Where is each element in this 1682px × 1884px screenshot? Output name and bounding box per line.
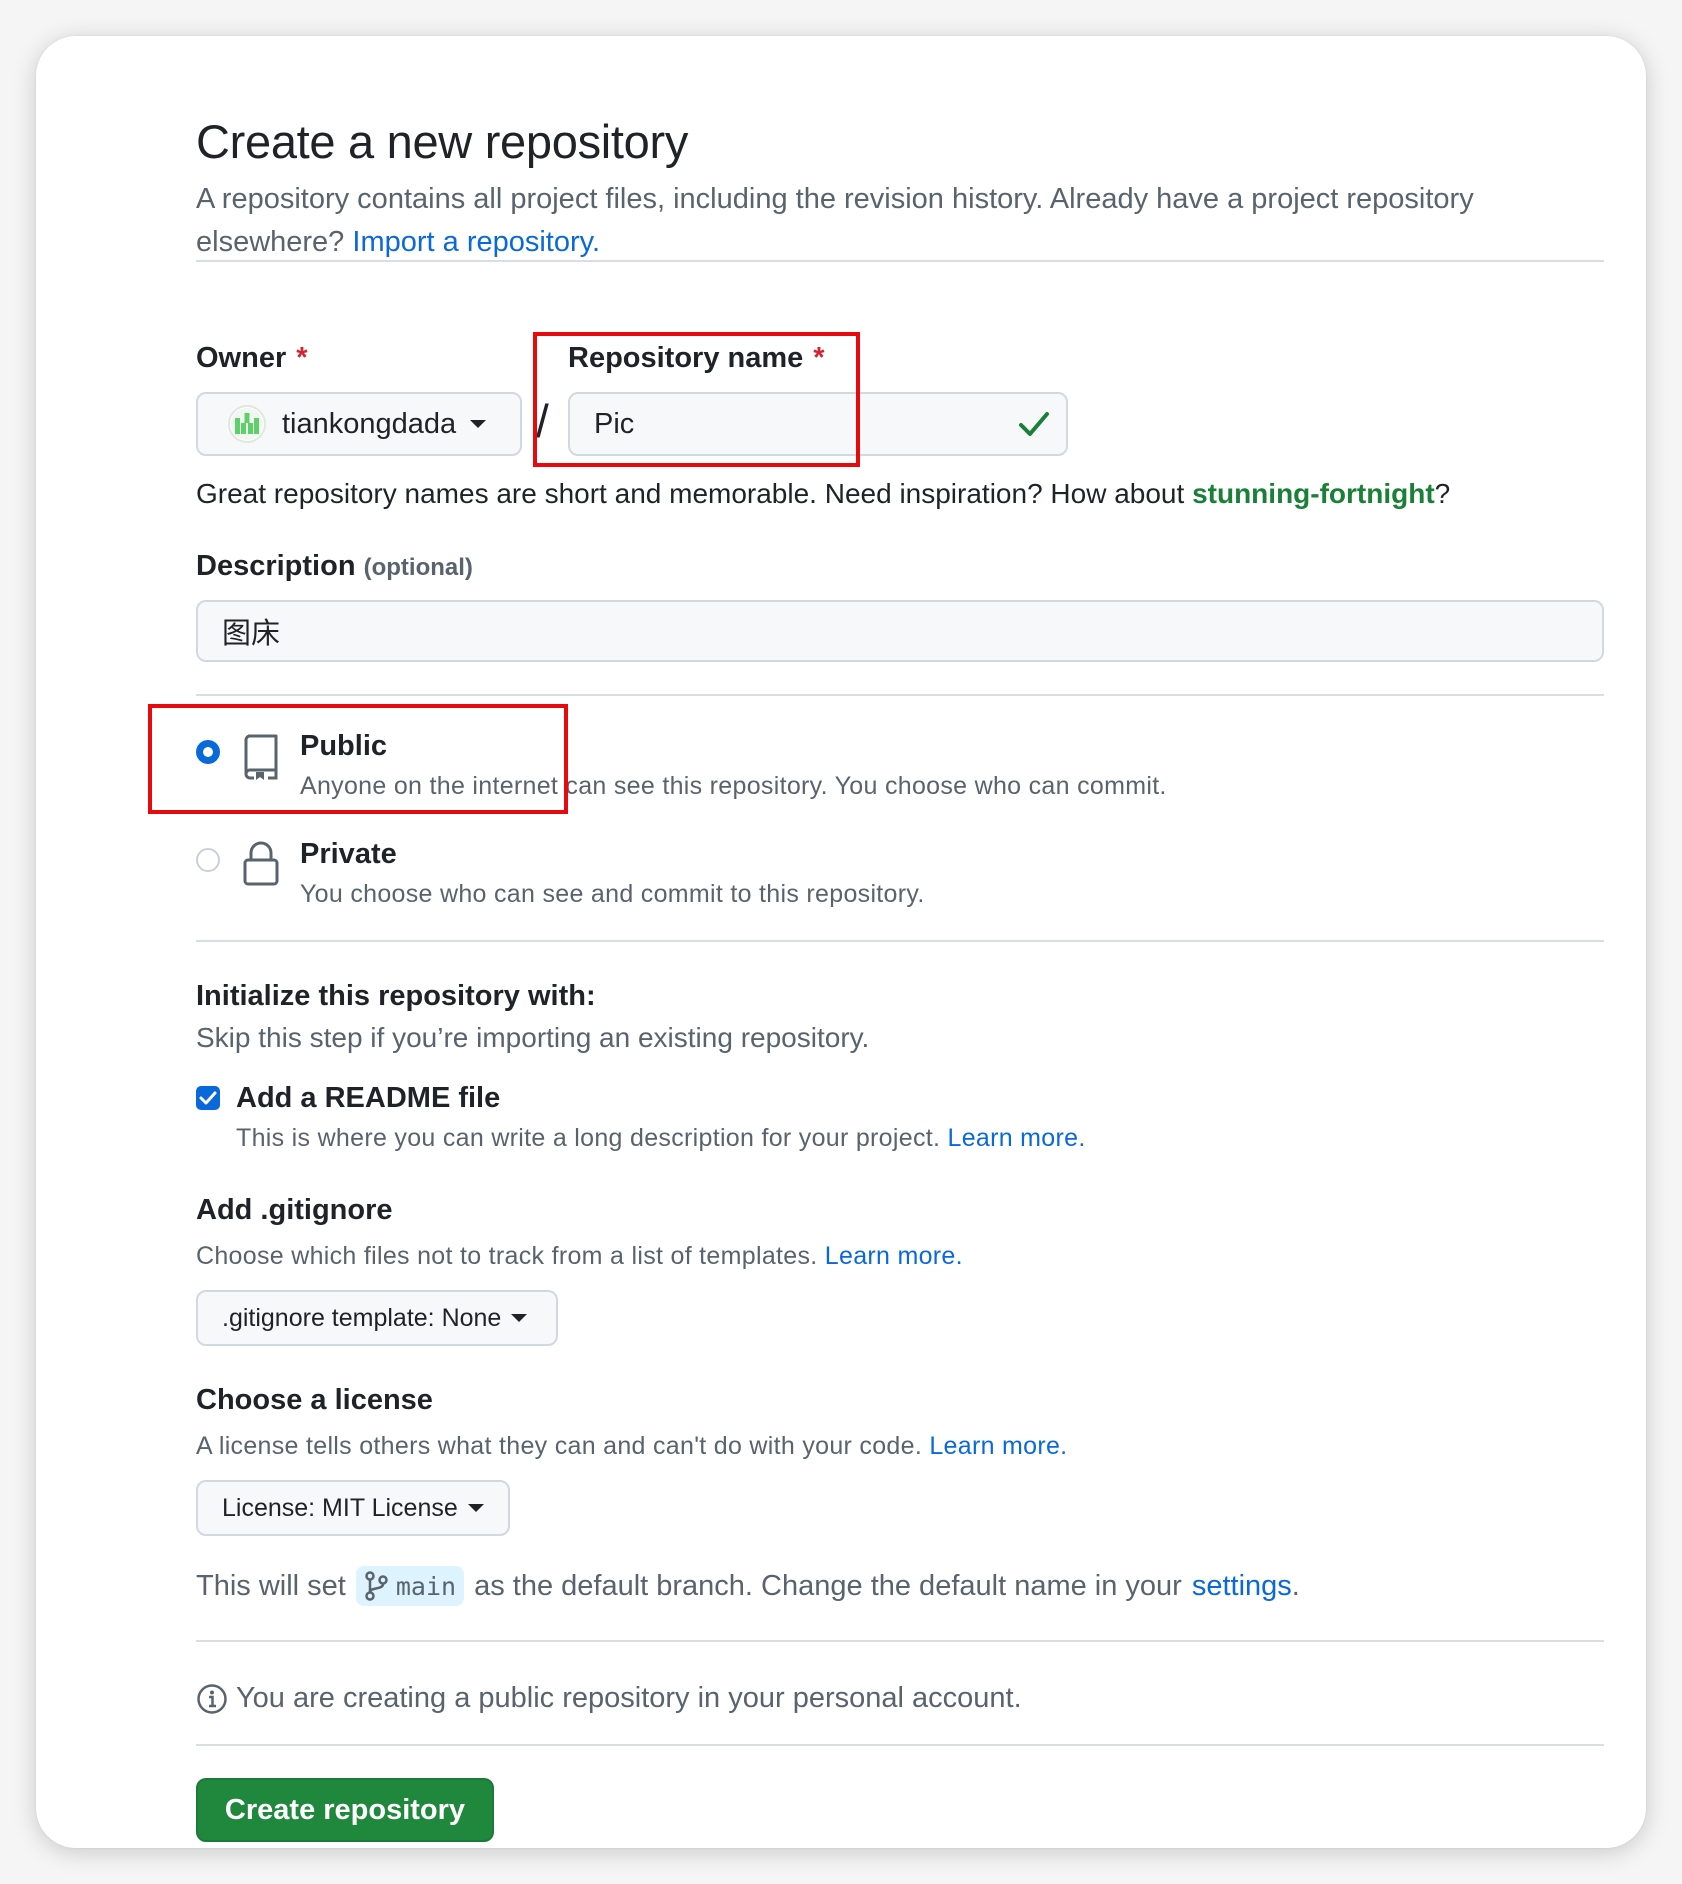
description-value: 图床	[222, 618, 281, 650]
create-repository-button[interactable]: Create repository	[196, 1778, 494, 1842]
git-branch-icon	[365, 1571, 388, 1601]
owner-required-mark: *	[296, 342, 308, 374]
check-icon	[1018, 410, 1050, 446]
description-input[interactable]: 图床	[196, 600, 1604, 662]
divider	[196, 1640, 1604, 1642]
page-title: Create a new repository	[196, 115, 689, 168]
divider	[196, 1744, 1604, 1746]
visibility-notice: You are creating a public repository in …	[196, 1682, 1022, 1715]
default-branch-suffix: .	[1291, 1569, 1300, 1602]
license-select-label: License: MIT License	[222, 1493, 458, 1522]
branch-name: main	[395, 1571, 457, 1601]
initialize-title: Initialize this repository with:	[196, 980, 596, 1012]
branch-pill: main	[355, 1566, 465, 1606]
page-description: A repository contains all project files,…	[196, 178, 1616, 264]
divider	[196, 940, 1604, 942]
readme-desc-text: This is where you can write a long descr…	[236, 1124, 941, 1152]
checkmark-icon	[199, 1091, 217, 1105]
gitignore-desc: Choose which files not to track from a l…	[196, 1242, 963, 1271]
lock-icon	[242, 840, 280, 891]
gitignore-desc-text: Choose which files not to track from a l…	[196, 1242, 818, 1270]
gitignore-title: Add .gitignore	[196, 1194, 393, 1226]
chevron-down-icon	[470, 420, 487, 428]
private-desc: You choose who can see and commit to thi…	[300, 880, 925, 908]
repo-name-hint-text: Great repository names are short and mem…	[196, 478, 1193, 509]
visibility-notice-text: You are creating a public repository in …	[236, 1682, 1022, 1714]
divider	[196, 260, 1604, 262]
license-learn-more-link[interactable]: Learn more.	[929, 1432, 1067, 1460]
initialize-desc: Skip this step if you’re importing an ex…	[196, 1022, 870, 1053]
owner-select[interactable]: tiankongdada	[196, 392, 522, 456]
default-branch-prefix: This will set	[196, 1569, 346, 1602]
private-title: Private	[300, 838, 397, 870]
gitignore-select-label: .gitignore template: None	[222, 1303, 502, 1332]
readme-label[interactable]: Add a README file	[236, 1082, 500, 1115]
owner-label: Owner *	[196, 342, 308, 375]
license-select[interactable]: License: MIT License	[196, 1480, 510, 1536]
name-suggestion-link[interactable]: stunning-fortnight	[1192, 478, 1435, 509]
chevron-down-icon	[511, 1314, 528, 1322]
default-branch-middle: as the default branch. Change the defaul…	[474, 1569, 1182, 1602]
repo-name-hint: Great repository names are short and mem…	[196, 478, 1450, 510]
annotation-box-repo-name	[533, 332, 860, 467]
license-desc: A license tells others what they can and…	[196, 1432, 1067, 1461]
repo-name-hint-suffix: ?	[1434, 478, 1451, 509]
license-title: Choose a license	[196, 1384, 433, 1416]
private-radio[interactable]	[196, 848, 220, 872]
identicon-avatar	[228, 405, 266, 443]
annotation-box-public	[148, 704, 568, 814]
description-label: Description (optional)	[196, 550, 473, 583]
visibility-option-private[interactable]	[196, 848, 220, 872]
settings-link[interactable]: settings	[1192, 1570, 1292, 1602]
owner-value: tiankongdada	[282, 407, 457, 440]
info-icon	[197, 1683, 227, 1714]
divider	[196, 694, 1604, 696]
readme-desc: This is where you can write a long descr…	[236, 1124, 1086, 1153]
readme-learn-more-link[interactable]: Learn more.	[947, 1124, 1085, 1152]
owner-label-text: Owner	[196, 342, 287, 374]
description-label-text: Description	[196, 550, 356, 582]
readme-checkbox[interactable]	[196, 1086, 220, 1110]
default-branch-note: This will set main as the default branch…	[196, 1566, 1300, 1606]
license-desc-text: A license tells others what they can and…	[196, 1432, 923, 1460]
create-repo-card: Create a new repository A repository con…	[36, 36, 1646, 1848]
description-optional: (optional)	[363, 554, 473, 581]
gitignore-learn-more-link[interactable]: Learn more.	[825, 1242, 963, 1270]
gitignore-template-select[interactable]: .gitignore template: None	[196, 1290, 558, 1346]
import-repository-link[interactable]: Import a repository.	[352, 226, 600, 258]
chevron-down-icon	[467, 1504, 484, 1512]
